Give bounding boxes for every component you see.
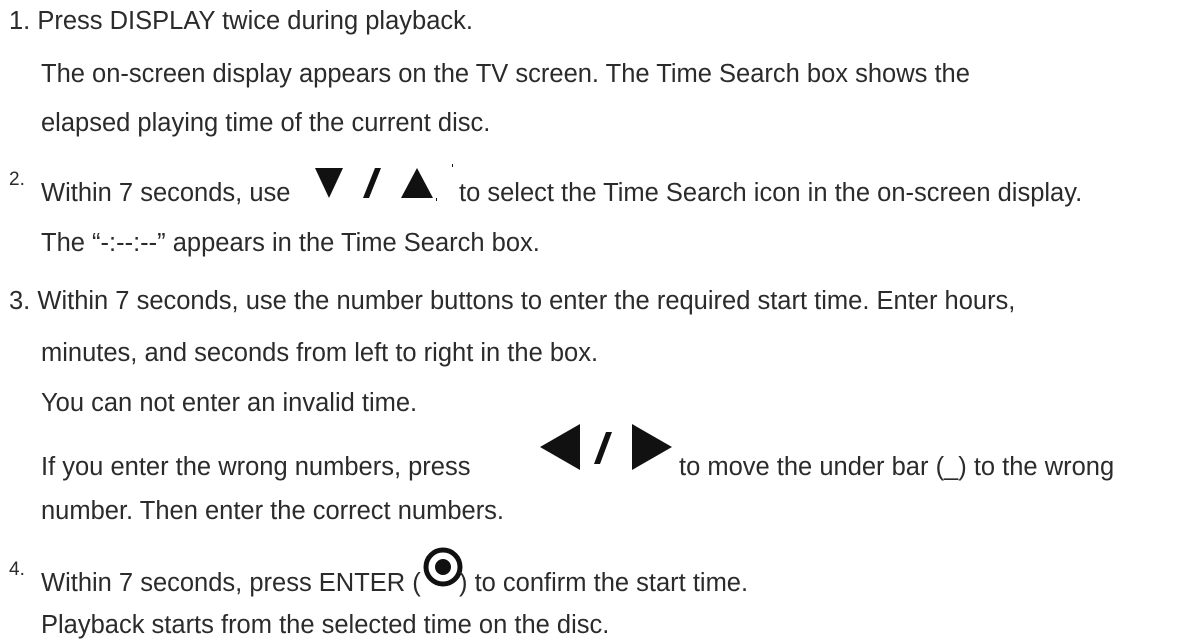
step-1-line-3: elapsed playing time of the current disc… — [41, 109, 491, 137]
left-right-arrows-icon — [536, 418, 676, 483]
step-3-wrong-line-2: number. Then enter the correct numbers. — [41, 497, 505, 525]
step-4-line-2: Playback starts from the selected time o… — [41, 611, 610, 639]
step-2-text-before: Within 7 seconds, use — [41, 179, 291, 207]
step-1-number: 1. — [9, 7, 31, 35]
step-3-line-2: minutes, and seconds from left to right … — [41, 339, 599, 367]
step-3-wrong-text-before: If you enter the wrong numbers, press — [41, 453, 471, 481]
step-3-number: 3. — [9, 287, 31, 315]
step-3-wrong-text-after: to move the under bar (_) to the wrong — [679, 453, 1115, 481]
step-3-line-1: 3. Within 7 seconds, use the number butt… — [9, 286, 1015, 316]
step-2-text-after: to select the Time Search icon in the on… — [459, 179, 1083, 207]
step-2-number: 2. — [9, 169, 25, 190]
step-1-line-1: 1. Press DISPLAY twice during playback. — [9, 6, 473, 36]
step-4-text-after: ) to confirm the start time. — [459, 569, 749, 597]
step-4-text-before: Within 7 seconds, press ENTER ( — [41, 569, 421, 597]
step-1-text: Press DISPLAY twice during playback. — [37, 7, 473, 35]
step-2-line-2: The “-:--:--” appears in the Time Search… — [41, 229, 540, 257]
down-up-arrows-icon — [313, 162, 455, 211]
step-3-text: Within 7 seconds, use the number buttons… — [37, 287, 1016, 315]
step-1-line-2: The on-screen display appears on the TV … — [41, 60, 970, 88]
step-3-line-3: You can not enter an invalid time. — [41, 389, 418, 417]
step-4-number: 4. — [9, 559, 25, 580]
